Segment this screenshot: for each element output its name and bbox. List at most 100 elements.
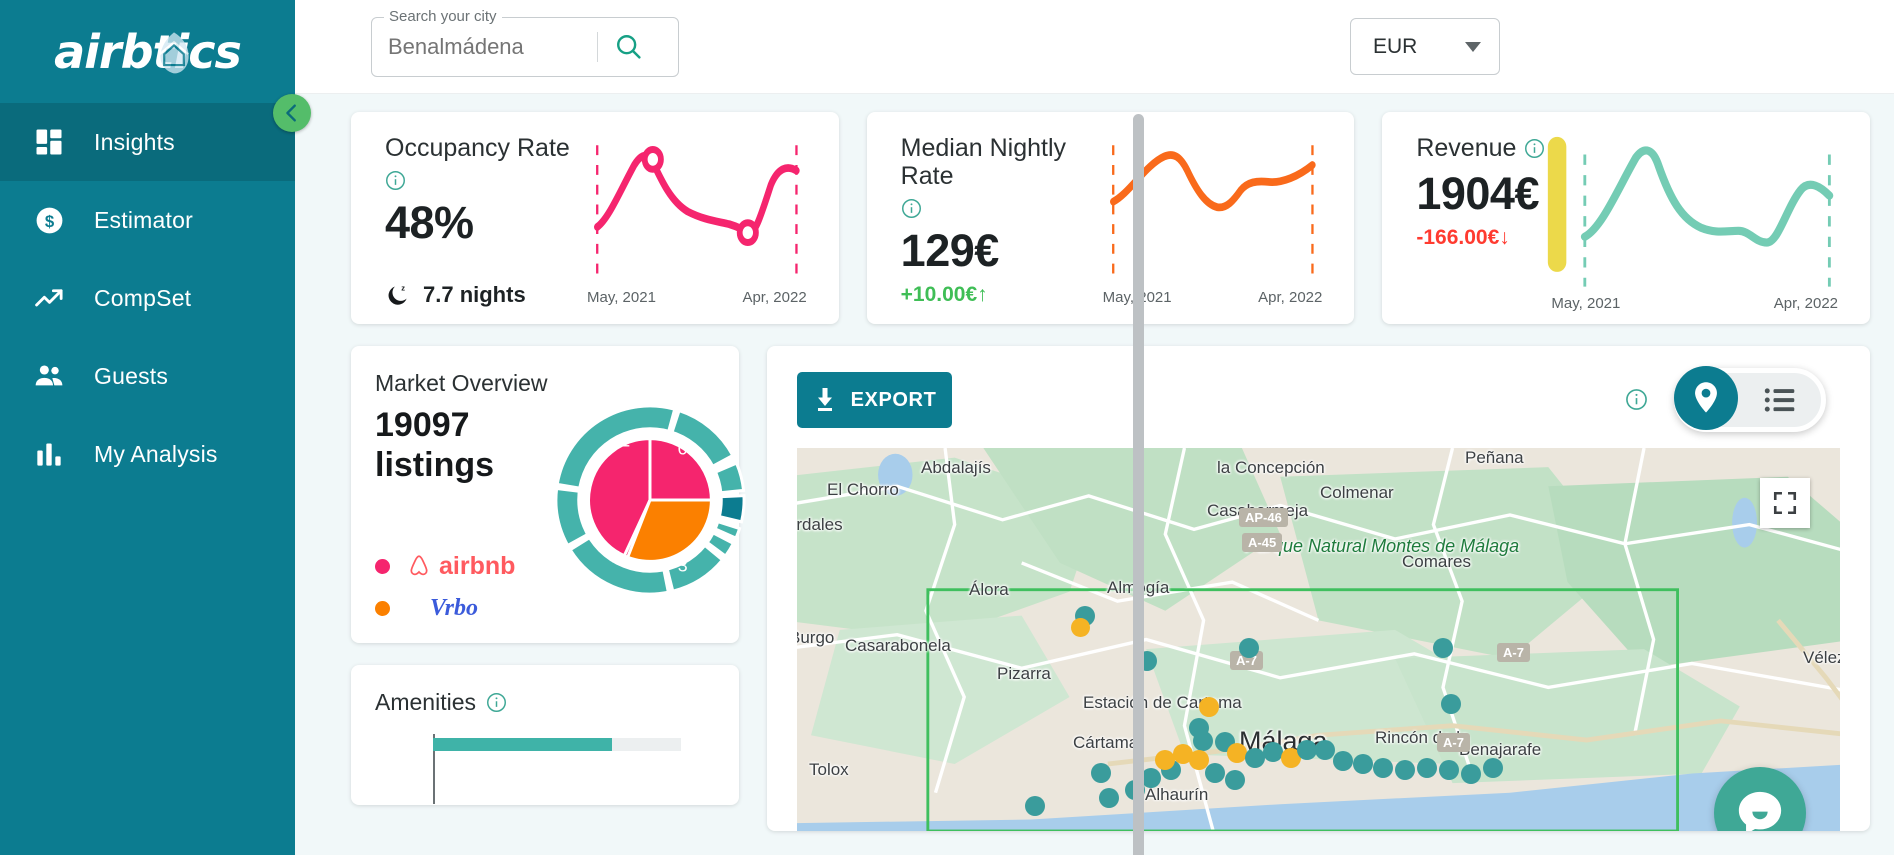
axis-start-label: May, 2021 (587, 289, 656, 306)
sparkline-axis: May, 2021 Apr, 2022 (1097, 289, 1329, 308)
trend-up-icon (30, 279, 68, 317)
road-badge: A-45 (1242, 533, 1283, 552)
map-pin-icon (1695, 381, 1717, 413)
kpi-value: 1904€ (1416, 168, 1539, 219)
info-icon[interactable] (901, 198, 922, 219)
kpi-value: 48% (385, 197, 474, 248)
map-pin[interactable] (1239, 638, 1259, 658)
map-canvas[interactable]: Abdalajís la Concepción Peñana El Chorro… (797, 448, 1840, 831)
map-pin[interactable] (1461, 764, 1481, 784)
info-icon[interactable] (385, 170, 406, 191)
kpi-title-wrap: Occupancy Rate (385, 134, 581, 191)
brand-logo[interactable]: airbtics (0, 0, 295, 103)
legend-label: airbnb (439, 551, 516, 580)
search-button[interactable] (610, 28, 647, 65)
market-legend: airbnb Vrbo (375, 545, 551, 629)
kpi-right: May, 2021 Apr, 2022 (1545, 134, 1844, 312)
search-legend: Search your city (384, 7, 502, 25)
secondary-row: Market Overview 19097 listings airbnb Vr… (351, 346, 1870, 831)
topbar: Search your city EUR (295, 0, 1894, 94)
kpi-title: Revenue (1416, 134, 1517, 162)
map-pin[interactable] (1025, 796, 1045, 816)
amenities-title: Amenities (375, 689, 476, 715)
kpi-right: May, 2021 Apr, 2022 (581, 134, 813, 308)
kpi-title: Occupancy Rate (385, 134, 570, 162)
sidebar-item-compset[interactable]: CompSet (0, 259, 295, 337)
export-label: EXPORT (850, 388, 937, 411)
dollar-circle-icon: $ (30, 201, 68, 239)
sidebar-collapse-button[interactable] (273, 94, 311, 132)
map-pin[interactable] (1225, 770, 1245, 790)
chat-bubble-icon (1738, 791, 1782, 831)
map-pin[interactable] (1099, 788, 1119, 808)
amenities-bar-track (433, 738, 681, 751)
map-pin[interactable] (1439, 760, 1459, 780)
map-pin[interactable] (1227, 743, 1247, 763)
download-icon (817, 388, 832, 411)
map-pin[interactable] (1315, 740, 1335, 760)
map-pin[interactable] (1333, 751, 1353, 771)
map-view-button[interactable] (1674, 365, 1738, 430)
currency-select[interactable]: EUR (1350, 18, 1500, 75)
amenities-bar-fill (433, 738, 612, 751)
map-pin[interactable] (1091, 763, 1111, 783)
amenities-title-wrap: Amenities (375, 689, 717, 716)
sidebar-item-insights[interactable]: Insights (0, 103, 295, 181)
road-badge: A-7 (1497, 643, 1530, 662)
map-pin[interactable] (1373, 758, 1393, 778)
map-pin[interactable] (1417, 758, 1437, 778)
map-pin[interactable] (1263, 742, 1283, 762)
map-pin[interactable] (1483, 758, 1503, 778)
kpi-title-wrap: Median Nightly Rate (901, 134, 1097, 219)
people-icon (30, 357, 68, 395)
info-icon[interactable] (486, 692, 507, 713)
info-icon[interactable] (1625, 388, 1648, 416)
legend-dot (375, 600, 390, 616)
list-view-button[interactable] (1738, 387, 1821, 413)
map-pin[interactable] (1205, 763, 1225, 783)
map-pin[interactable] (1433, 638, 1453, 658)
revenue-bar-indicator (1548, 136, 1567, 272)
list-icon (1764, 388, 1794, 412)
sidebar-item-guests[interactable]: Guests (0, 337, 295, 415)
sidebar-item-estimator[interactable]: $ Estimator (0, 181, 295, 259)
sidebar-item-label: My Analysis (94, 440, 218, 467)
map-pin[interactable] (1173, 744, 1193, 764)
currency-value: EUR (1373, 34, 1418, 58)
content-scroll-area: Occupancy Rate 48% z 7.7 nights May, 202… (295, 94, 1894, 855)
search-box[interactable] (371, 16, 679, 77)
map-pin[interactable] (1395, 760, 1415, 780)
kpi-delta: -166.00€↓ (1416, 226, 1510, 249)
map-pin[interactable] (1441, 694, 1461, 714)
moon-sleep-icon: z (388, 284, 407, 305)
search-icon (617, 35, 641, 59)
export-button[interactable]: EXPORT (797, 372, 952, 428)
sidebar-item-label: Insights (94, 128, 175, 155)
map-list-view-toggle[interactable] (1674, 365, 1826, 432)
inner-pie (587, 436, 713, 563)
airbtics-house-icon (159, 32, 189, 74)
map-pin[interactable] (1193, 731, 1213, 751)
map-pin[interactable] (1155, 750, 1175, 770)
app-root: airbtics Insights $ Estimator CompSet Gu… (0, 0, 1894, 855)
info-icon[interactable] (1524, 138, 1545, 159)
road-badge: AP-46 (1239, 508, 1288, 527)
search-input[interactable] (388, 33, 593, 60)
map-pin[interactable] (1353, 754, 1373, 774)
kpi-left: Median Nightly Rate 129€ +10.00€↑ (901, 134, 1097, 308)
legend-item-vrbo: Vrbo (375, 587, 551, 629)
map-panel-card: EXPORT Abdalajís la Concepción Peñana El… (767, 346, 1870, 831)
sidebar: airbtics Insights $ Estimator CompSet Gu… (0, 0, 311, 855)
sidebar-item-my-analysis[interactable]: My Analysis (0, 415, 295, 493)
content-scrollbar[interactable] (1133, 114, 1144, 855)
fullscreen-button[interactable] (1760, 478, 1810, 528)
map-pin[interactable] (1297, 740, 1317, 760)
map-pin[interactable] (1071, 618, 1090, 637)
kpi-sub-label: 7.7 nights (423, 282, 526, 307)
market-overview-title: Market Overview (375, 370, 548, 396)
axis-end-label: Apr, 2022 (742, 289, 807, 306)
kpi-title-wrap: Revenue (1416, 134, 1545, 162)
map-pin[interactable] (1199, 697, 1219, 717)
map-pin[interactable] (1245, 748, 1265, 768)
amenities-bars (375, 734, 717, 804)
